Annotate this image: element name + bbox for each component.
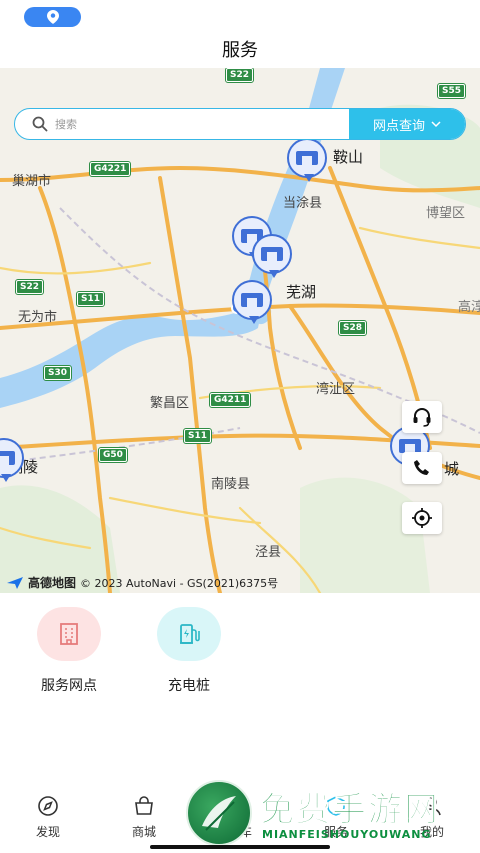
watermark-title: 免费手游网 xyxy=(260,790,440,831)
map-label-fanchang: 繁昌区 xyxy=(150,396,190,411)
map-label-chaohu: 巢湖市 xyxy=(12,174,52,189)
search-input[interactable]: 搜索 xyxy=(55,116,349,132)
location-pin-icon xyxy=(46,10,59,24)
chevron-down-icon xyxy=(431,120,441,127)
service-point-pin[interactable] xyxy=(287,138,331,182)
charging-pile-label: 充电桩 xyxy=(168,678,210,694)
road-shield: G4221 xyxy=(88,161,132,177)
call-button[interactable] xyxy=(402,452,442,484)
map-label-wanzhi: 湾沚区 xyxy=(316,382,356,397)
page-title: 服务 xyxy=(222,40,258,61)
map-label-wuhu: 芜湖 xyxy=(286,283,317,301)
tab-discover-label: 发现 xyxy=(35,825,60,839)
map-copyright: © 2023 AutoNavi - GS(2021)6375号 xyxy=(80,576,279,590)
service-points-icon-bg xyxy=(37,607,101,661)
map-label-wuwei: 无为市 xyxy=(18,310,58,325)
road-shield: G50 xyxy=(98,447,128,463)
location-status-pill xyxy=(24,7,81,27)
home-indicator xyxy=(150,845,330,849)
service-point-pin[interactable] xyxy=(0,438,28,482)
tab-discover[interactable]: 发现 xyxy=(18,795,78,840)
search-icon xyxy=(31,115,49,133)
road-shield: S28 xyxy=(337,320,368,336)
map-label-jingxian: 泾县 xyxy=(255,545,282,560)
service-point-pin[interactable] xyxy=(252,234,296,278)
service-points-label: 服务网点 xyxy=(41,678,97,694)
watermark-overlay: 免费手游网 MIANFEISHOUYOUWANG xyxy=(180,778,480,850)
building-icon xyxy=(60,623,78,645)
map-label-maanshan: 鞍山 xyxy=(333,148,364,166)
phone-icon xyxy=(414,460,429,475)
road-shield: S22 xyxy=(224,68,255,83)
discover-icon xyxy=(38,796,58,816)
network-query-dropdown[interactable]: 网点查询 xyxy=(349,109,465,139)
charging-pile-icon-bg xyxy=(157,607,221,661)
tab-shop-label: 商城 xyxy=(131,825,156,839)
map-label-xuancheng: 城 xyxy=(444,460,460,478)
map-label-dangtu: 当涂县 xyxy=(283,196,323,211)
amap-logo-icon xyxy=(7,576,23,589)
amap-logo-text: 高德地图 xyxy=(28,576,77,590)
road-shield: S11 xyxy=(75,291,106,307)
watermark-subtitle: MIANFEISHOUYOUWANG xyxy=(262,828,432,841)
road-shield: S11 xyxy=(182,428,213,444)
search-bar[interactable]: 搜索 网点查询 xyxy=(14,108,466,140)
map-label-gaochun: 高淳 xyxy=(458,300,480,315)
map-label-bowang: 博望区 xyxy=(426,206,466,221)
tab-shop[interactable]: 商城 xyxy=(114,795,174,840)
network-query-label: 网点查询 xyxy=(372,118,425,134)
crosshair-locate-icon xyxy=(412,508,432,528)
charging-pile-icon xyxy=(180,624,200,644)
map-view[interactable]: 巢湖市 当涂县 博望区 鞍山 芜湖 无为市 高淳 湾沚区 繁昌区 南陵县 铜陵 … xyxy=(0,68,480,593)
service-shortcuts: 服务网点 充电桩 xyxy=(0,593,480,773)
locate-me-button[interactable] xyxy=(402,502,442,534)
headset-icon xyxy=(413,408,431,427)
road-shield: S22 xyxy=(14,279,45,295)
road-shield: S30 xyxy=(42,365,73,381)
service-point-pin[interactable] xyxy=(232,280,276,324)
road-shield: G4211 xyxy=(208,392,252,408)
road-shield: S55 xyxy=(436,83,467,99)
charging-pile-shortcut[interactable]: 充电桩 xyxy=(144,607,234,695)
customer-service-button[interactable] xyxy=(402,401,442,433)
shop-bag-icon xyxy=(135,796,153,815)
map-label-nanling: 南陵县 xyxy=(211,477,251,492)
watermark-logo-icon xyxy=(186,780,252,846)
service-points-shortcut[interactable]: 服务网点 xyxy=(24,607,114,695)
map-attribution: 高德地图 © 2023 AutoNavi - GS(2021)6375号 xyxy=(6,574,278,591)
